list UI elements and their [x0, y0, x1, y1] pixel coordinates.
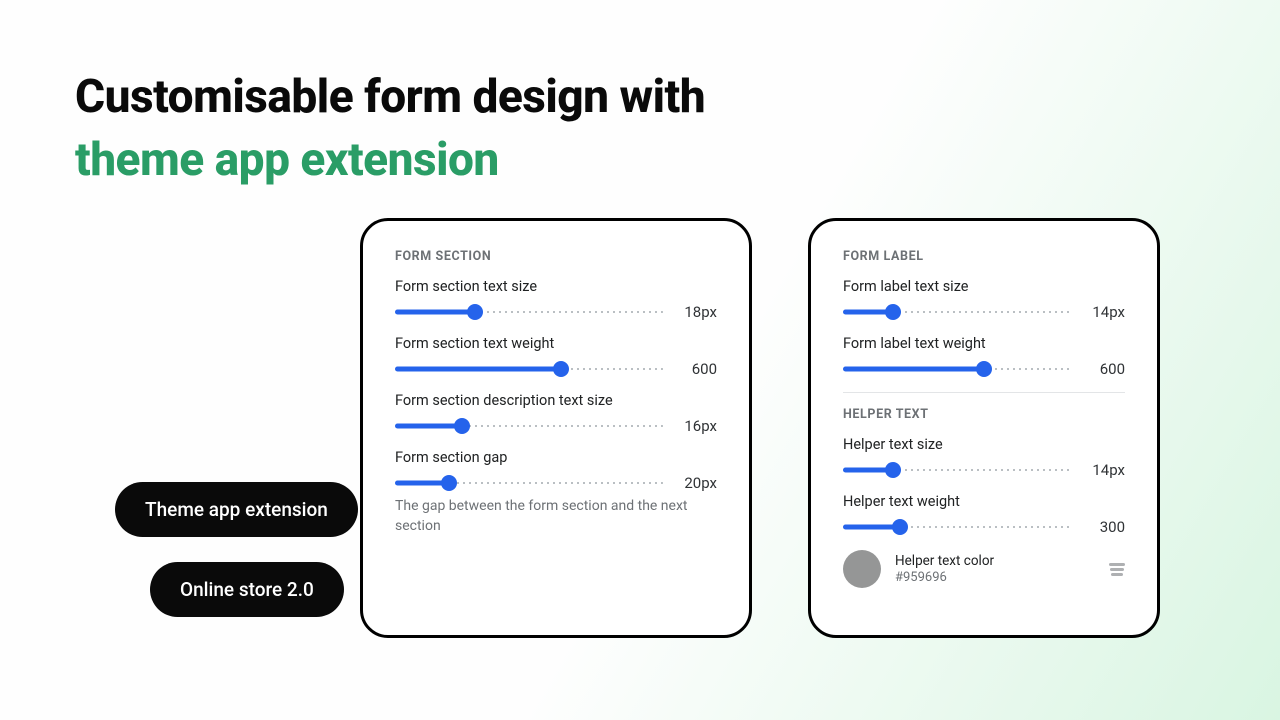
badge-online-store-2: Online store 2.0: [150, 562, 344, 617]
slider-value: 600: [675, 360, 717, 378]
control-label: Form section description text size: [395, 392, 717, 409]
slider-value: 18px: [675, 303, 717, 321]
slider-form-section-text-size[interactable]: [395, 306, 663, 318]
control-form-section-gap: Form section gap 20px The gap between th…: [395, 449, 717, 537]
slider-value: 600: [1083, 360, 1125, 378]
headline: Customisable form design with theme app …: [75, 66, 705, 193]
control-form-section-text-size: Form section text size 18px: [395, 278, 717, 321]
control-label: Form section text weight: [395, 335, 717, 352]
control-helper-text-weight: Helper text weight 300: [843, 493, 1125, 536]
slider-value: 14px: [1083, 461, 1125, 479]
slider-form-section-gap[interactable]: [395, 477, 663, 489]
headline-line1: Customisable form design with: [75, 70, 705, 124]
section-title-form-section: FORM SECTION: [395, 249, 717, 264]
color-swatch[interactable]: [843, 550, 881, 588]
control-label: Form section gap: [395, 449, 717, 466]
control-label: Form section text size: [395, 278, 717, 295]
control-form-label-text-weight: Form label text weight 600: [843, 335, 1125, 378]
slider-form-section-text-weight[interactable]: [395, 363, 663, 375]
slider-value: 20px: [675, 474, 717, 492]
control-label: Form label text size: [843, 278, 1125, 295]
control-form-section-desc-text-size: Form section description text size 16px: [395, 392, 717, 435]
badge-theme-app-extension: Theme app extension: [115, 482, 358, 537]
stack-icon[interactable]: [1109, 563, 1125, 576]
control-label: Helper text size: [843, 436, 1125, 453]
color-label: Helper text color: [895, 553, 1095, 569]
control-helper-text-size: Helper text size 14px: [843, 436, 1125, 479]
control-helper-text-color[interactable]: Helper text color #959696: [843, 550, 1125, 588]
control-form-label-text-size: Form label text size 14px: [843, 278, 1125, 321]
color-hex: #959696: [895, 570, 1095, 585]
headline-line2: theme app extension: [75, 133, 499, 187]
control-form-section-text-weight: Form section text weight 600: [395, 335, 717, 378]
control-help-text: The gap between the form section and the…: [395, 496, 717, 537]
slider-value: 300: [1083, 518, 1125, 536]
slider-form-section-desc-text-size[interactable]: [395, 420, 663, 432]
control-label: Helper text weight: [843, 493, 1125, 510]
panel-form-section: FORM SECTION Form section text size 18px…: [360, 218, 752, 638]
slider-form-label-text-size[interactable]: [843, 306, 1071, 318]
slider-value: 14px: [1083, 303, 1125, 321]
slider-helper-text-weight[interactable]: [843, 521, 1071, 533]
slider-form-label-text-weight[interactable]: [843, 363, 1071, 375]
control-label: Form label text weight: [843, 335, 1125, 352]
section-title-helper-text: HELPER TEXT: [843, 407, 1125, 422]
slider-value: 16px: [675, 417, 717, 435]
section-title-form-label: FORM LABEL: [843, 249, 1125, 264]
panel-form-label-helper: FORM LABEL Form label text size 14px For…: [808, 218, 1160, 638]
slider-helper-text-size[interactable]: [843, 464, 1071, 476]
divider: [843, 392, 1125, 393]
color-text: Helper text color #959696: [895, 553, 1095, 584]
